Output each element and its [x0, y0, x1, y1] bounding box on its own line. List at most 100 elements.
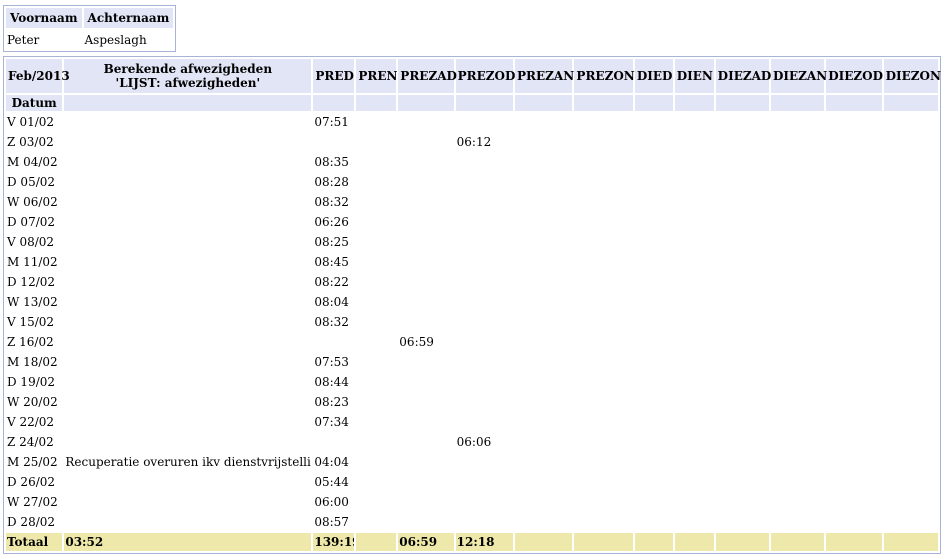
time-cell [356, 253, 396, 271]
time-cell [884, 373, 938, 391]
date-cell: D 05/02 [7, 175, 56, 189]
table-row: Z 16/02 06:59 [6, 333, 938, 351]
total-cell: 06:59 [398, 533, 454, 551]
time-cell [771, 393, 824, 411]
col-header: DIEN [674, 59, 714, 93]
time-cell [884, 293, 938, 311]
total-cell [826, 533, 882, 551]
time-cell [356, 413, 396, 431]
table-row: M 25/02 Recuperatie overuren ikv dienstvr… [6, 453, 938, 471]
time-cell [884, 193, 938, 211]
time-cell [398, 113, 453, 131]
time-cell [884, 133, 938, 151]
time-cell [635, 273, 673, 291]
date-cell: Z 24/02 [7, 435, 54, 449]
time-cell [771, 433, 824, 451]
time-cell [884, 333, 938, 351]
time-cell [635, 213, 673, 231]
time-cell [826, 353, 881, 371]
first-name-value: Peter [7, 32, 40, 47]
absence-header-line1: Berekende afwezigheden [103, 62, 273, 76]
absence-cell [64, 133, 311, 151]
table-row: V 08/02 08:25 [6, 233, 938, 251]
time-cell [716, 473, 769, 491]
time-cell [635, 453, 673, 471]
time-cell [313, 133, 354, 151]
time-cell [635, 153, 673, 171]
time-cell [826, 273, 881, 291]
time-cell [716, 353, 769, 371]
time-cell [456, 493, 513, 511]
time-cell [515, 353, 572, 371]
time-cell [675, 253, 714, 271]
time-cell [356, 473, 396, 491]
time-cell [826, 153, 881, 171]
time-cell [771, 413, 824, 431]
date-cell: W 13/02 [7, 295, 58, 309]
time-cell [826, 173, 881, 191]
time-cell [456, 113, 513, 131]
table-row: D 28/02 08:57 [6, 513, 938, 531]
time-cell [398, 413, 453, 431]
empty-header-cell [634, 95, 673, 111]
time-cell [515, 233, 572, 251]
time-cell [635, 333, 673, 351]
date-cell: W 20/02 [7, 395, 58, 409]
time-cell [456, 273, 513, 291]
time-cell [574, 153, 632, 171]
time-cell [456, 233, 513, 251]
time-cell [716, 133, 769, 151]
time-cell [675, 353, 714, 371]
time-cell [398, 193, 453, 211]
time-cell: 08:57 [314, 515, 349, 529]
time-cell [716, 213, 769, 231]
table-row: D 26/02 05:44 [6, 473, 938, 491]
time-cell [884, 453, 938, 471]
time-cell [884, 253, 938, 271]
time-cell [716, 513, 769, 531]
time-cell [771, 253, 824, 271]
time-cell [356, 213, 396, 231]
absence-cell [64, 233, 311, 251]
absence-cell [64, 313, 311, 331]
col-header: PREN [356, 59, 397, 93]
time-cell [574, 413, 632, 431]
time-cell [515, 333, 572, 351]
date-cell: D 28/02 [7, 515, 56, 529]
time-cell [771, 273, 824, 291]
time-cell [515, 313, 572, 331]
total-cell: 12:18 [455, 533, 514, 551]
empty-header-cell [64, 95, 312, 111]
time-cell [356, 153, 396, 171]
time-cell [574, 313, 632, 331]
table-body: V 01/02 07:51 Z 03/02 06:12 M 04/02 08:35 D 05… [6, 113, 938, 531]
time-cell: 08:32 [314, 315, 349, 329]
time-cell: 05:44 [314, 475, 349, 489]
date-cell: Z 03/02 [7, 135, 54, 149]
absence-cell [64, 473, 311, 491]
absence-cell [64, 273, 311, 291]
time-cell [884, 513, 938, 531]
time-cell [716, 273, 769, 291]
time-cell [884, 493, 938, 511]
time-cell [456, 373, 513, 391]
time-cell [716, 293, 769, 311]
time-cell [398, 473, 453, 491]
time-cell [771, 493, 824, 511]
absence-cell [64, 373, 311, 391]
time-cell [716, 453, 769, 471]
time-cell [398, 253, 453, 271]
time-cell [884, 213, 938, 231]
time-cell [716, 113, 769, 131]
absence-header: Berekende afwezigheden 'LIJST: afwezighe… [64, 59, 312, 93]
time-cell [515, 433, 572, 451]
last-name-header: Achternaam [83, 8, 174, 28]
time-cell [826, 413, 881, 431]
time-cell [574, 333, 632, 351]
time-cell [398, 153, 453, 171]
time-cell: 04:04 [314, 455, 349, 469]
time-cell [456, 353, 513, 371]
time-cell [515, 193, 572, 211]
time-cell [356, 493, 396, 511]
table-row: Z 03/02 06:12 [6, 133, 938, 151]
